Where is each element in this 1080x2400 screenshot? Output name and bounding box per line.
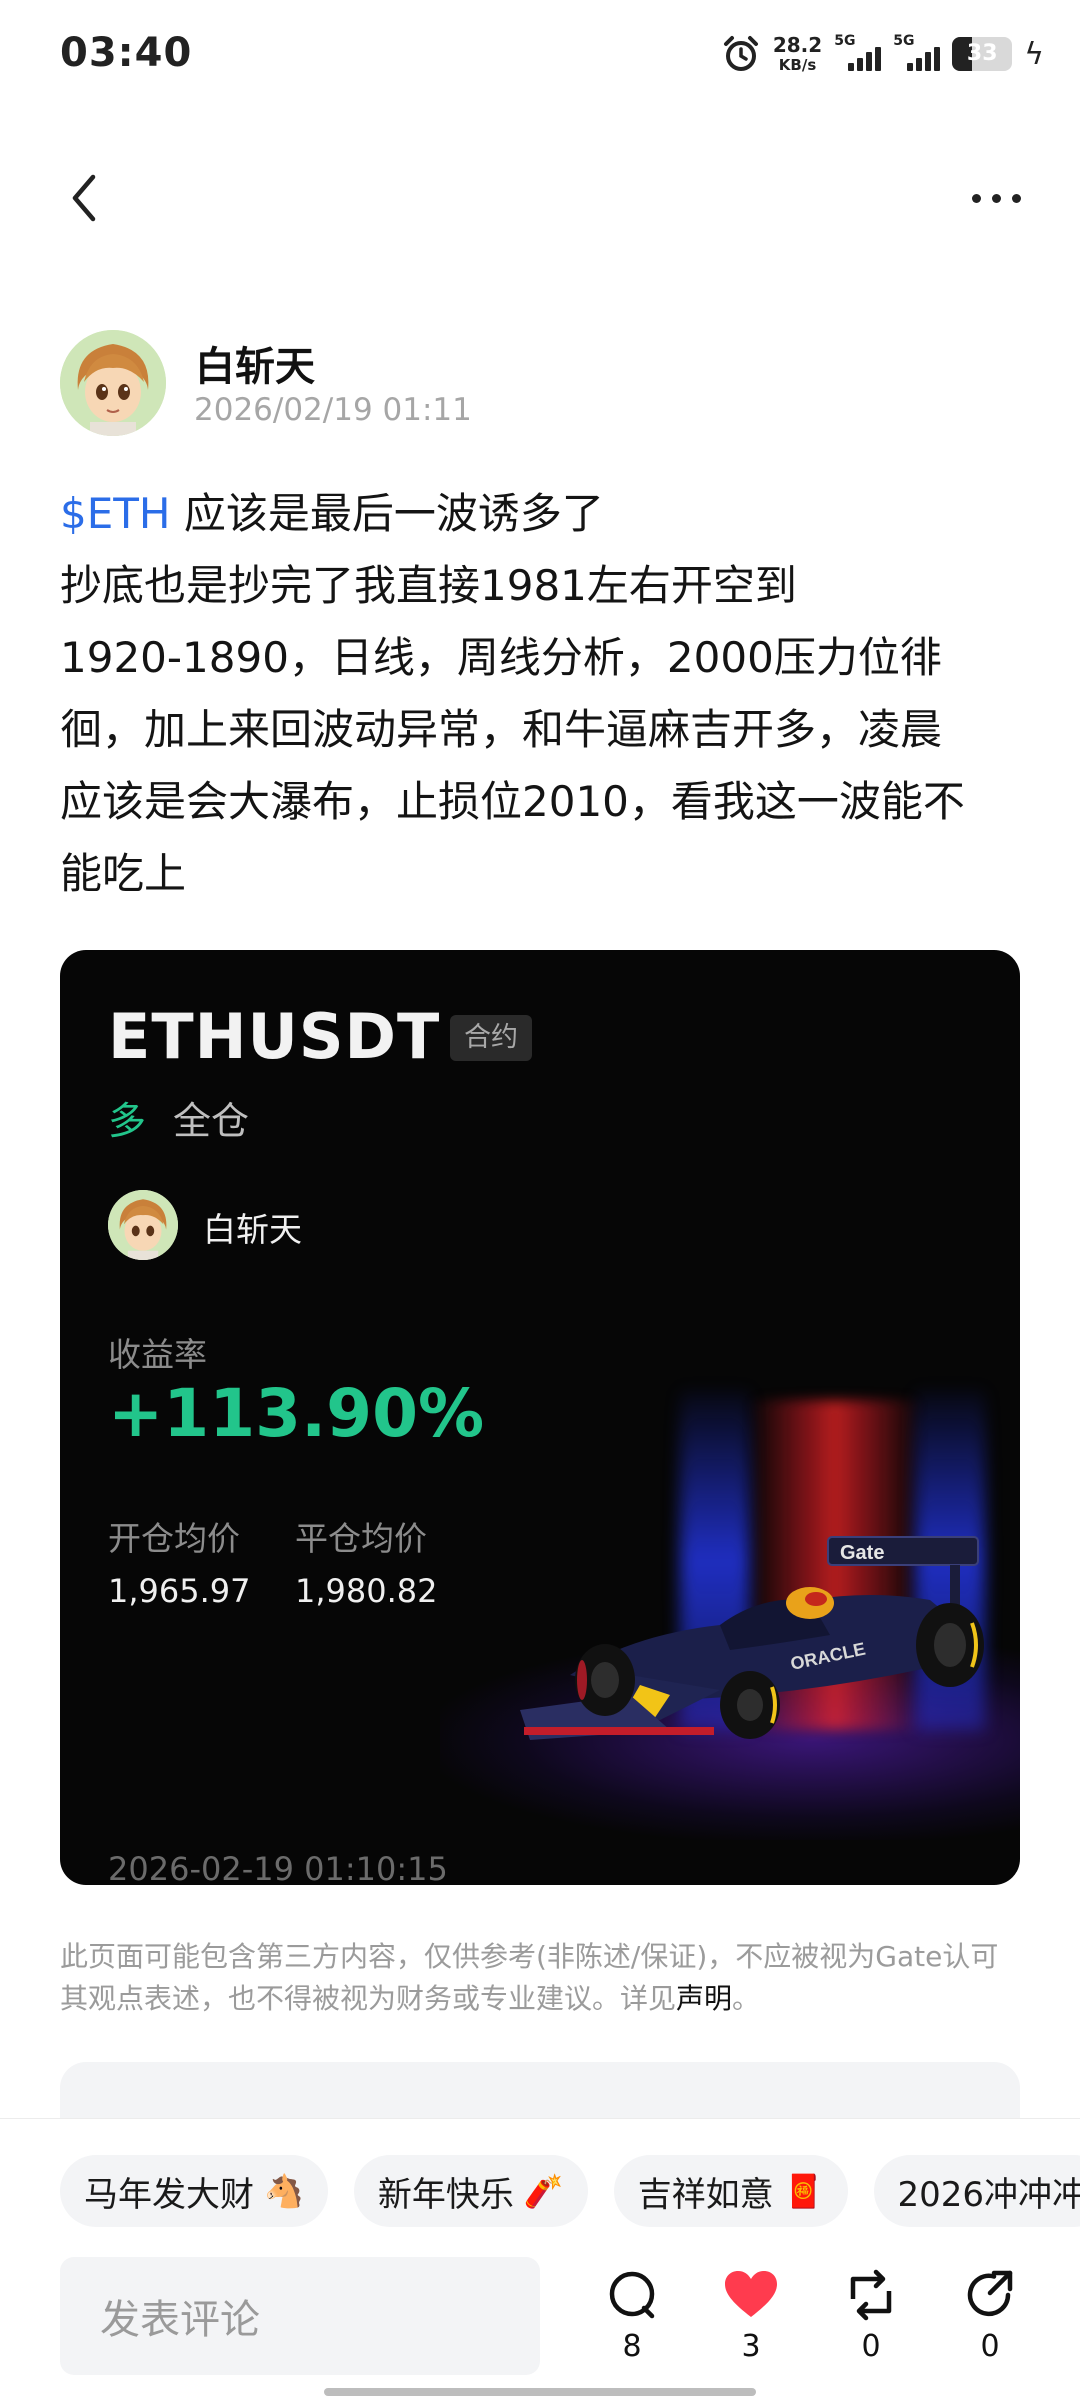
status-icons: 28.2 KB/s 5G 5G 33 ϟ — [721, 33, 1044, 74]
disclaimer: 此页面可能包含第三方内容，仅供参考(非陈述/保证)，不应被视为Gate认可其观点… — [60, 1936, 1020, 2020]
race-car-illustration: Gate ORACLE — [520, 1536, 984, 1740]
more-dot-icon — [1011, 193, 1021, 203]
bottom-bar: 马年发大财 🐴 新年快乐 🧨 吉祥如意 🧧 2026冲冲冲 发表评论 8 3 0… — [0, 2118, 1080, 2400]
post-line-text: 应该是最后一波诱多了 — [170, 489, 604, 538]
quick-reply-chips: 马年发大财 🐴 新年快乐 🧨 吉祥如意 🧧 2026冲冲冲 — [60, 2155, 1080, 2227]
post-line: 徊，加上来回波动异常，和牛逼麻吉开多，凌晨 — [60, 705, 943, 754]
close-price-label: 平仓均价 — [295, 1519, 427, 1558]
heart-icon — [725, 2271, 777, 2317]
chip-label: 2026冲冲冲 — [897, 2174, 1080, 2215]
like-count: 3 — [741, 2329, 761, 2364]
comment-button[interactable]: 8 — [592, 2269, 672, 2364]
battery-level: 33 — [966, 41, 998, 66]
red-envelope-icon: 🧧 — [783, 2172, 824, 2210]
disclaimer-text: 此页面可能包含第三方内容，仅供参考(非陈述/保证)，不应被视为Gate认可其观点… — [60, 1940, 999, 2015]
open-price-label: 开仓均价 — [108, 1519, 240, 1558]
post-line: 能吃上 — [60, 849, 187, 898]
signal-icon: 5G — [834, 33, 882, 71]
card-timestamp: 2026-02-19 01:10:15 — [108, 1850, 448, 1885]
open-price-value: 1,965.97 — [108, 1572, 251, 1610]
post-timestamp: 2026/02/19 01:11 — [194, 392, 472, 428]
trade-share-card[interactable]: ETHUSDT 合约 多 全仓 白斩天 收益率 +113.90% 开仓均价 平仓… — [60, 950, 1020, 1885]
close-price-value: 1,980.82 — [295, 1572, 438, 1610]
quick-reply-chip[interactable]: 2026冲冲冲 — [873, 2155, 1080, 2227]
statement-link[interactable]: 声明 — [676, 1982, 732, 2015]
author-name[interactable]: 白斩天 — [195, 334, 315, 392]
avatar[interactable] — [60, 330, 166, 436]
card-username: 白斩天 — [203, 1210, 302, 1249]
position-side: 多 — [108, 1099, 147, 1143]
roi-label: 收益率 — [108, 1335, 207, 1374]
repost-count: 0 — [861, 2329, 881, 2364]
contract-badge: 合约 — [450, 1015, 532, 1061]
alarm-icon — [723, 36, 758, 71]
share-icon — [967, 2270, 1013, 2317]
avatar-illustration — [60, 330, 166, 436]
roi-value: +113.90% — [108, 1375, 485, 1452]
margin-mode: 全仓 — [173, 1099, 250, 1143]
chip-label: 马年发大财 — [84, 2174, 254, 2215]
home-indicator — [324, 2388, 756, 2396]
network-speed-unit: KB/s — [778, 56, 817, 74]
repost-icon — [850, 2269, 892, 2321]
avatar-illustration — [108, 1190, 178, 1260]
disclaimer-end: 。 — [732, 1982, 761, 2015]
car-wing-text: Gate — [840, 1542, 884, 1564]
status-bar: 03:40 28.2 KB/s 5G 5G 33 ϟ — [0, 0, 1080, 120]
signal-label: 5G — [834, 33, 856, 49]
horse-icon: 🐴 — [264, 2172, 304, 2210]
network-speed-value: 28.2 — [772, 33, 823, 57]
chip-label: 吉祥如意 — [637, 2174, 774, 2215]
comment-input[interactable]: 发表评论 — [60, 2257, 540, 2375]
share-button[interactable]: 0 — [950, 2269, 1030, 2364]
firecracker-icon: 🧨 — [523, 2172, 564, 2210]
comments-section — [60, 2062, 1020, 2122]
post-line: 应该是会大瀑布，止损位2010，看我这一波能不 — [60, 777, 965, 826]
post-line: $ETH 应该是最后一波诱多了 — [60, 478, 1030, 550]
post-line: 1920-1890，日线，周线分析，2000压力位徘 — [60, 633, 942, 682]
trading-pair: ETHUSDT — [108, 1000, 441, 1073]
charging-icon: ϟ — [1024, 36, 1044, 72]
ticker-tag-link[interactable]: $ETH — [60, 489, 171, 538]
share-count: 0 — [980, 2329, 1000, 2364]
chevron-left-icon — [72, 174, 96, 222]
more-options-button[interactable] — [956, 168, 1036, 228]
quick-reply-chip[interactable]: 新年快乐 🧨 — [353, 2155, 588, 2227]
signal-label-2: 5G — [893, 33, 915, 49]
battery-icon: 33 — [952, 37, 1013, 71]
status-time: 03:40 — [60, 30, 193, 76]
more-dot-icon — [971, 193, 981, 203]
like-button[interactable]: 3 — [711, 2269, 791, 2364]
chip-label: 新年快乐 — [377, 2174, 514, 2215]
post-line: 抄底也是抄完了我直接1981左右开空到 — [60, 561, 797, 610]
repost-button[interactable]: 0 — [831, 2269, 911, 2364]
top-nav — [0, 150, 1080, 246]
card-avatar — [108, 1190, 178, 1260]
back-button[interactable] — [56, 168, 112, 228]
comment-count: 8 — [622, 2329, 642, 2364]
quick-reply-chip[interactable]: 吉祥如意 🧧 — [613, 2155, 848, 2227]
more-dot-icon — [991, 193, 1001, 203]
quick-reply-chip[interactable]: 马年发大财 🐴 — [60, 2155, 328, 2227]
network-speed: 28.2 KB/s — [773, 35, 822, 73]
signal-icon-2: 5G — [893, 33, 941, 71]
post-content: $ETH 应该是最后一波诱多了 抄底也是抄完了我直接1981左右开空到 1920… — [60, 478, 1030, 910]
comment-icon — [609, 2271, 655, 2319]
